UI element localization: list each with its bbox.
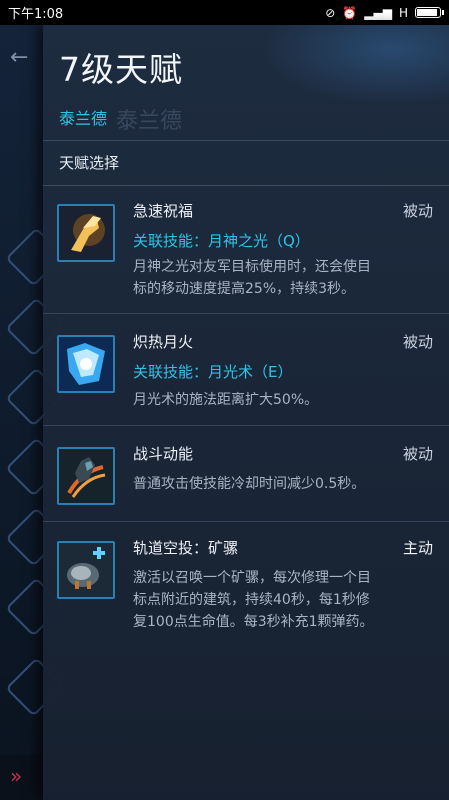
back-arrow-icon[interactable]: ← (10, 45, 28, 70)
talent-type: 主动 (402, 539, 433, 557)
section-heading: 天赋选择 (59, 154, 120, 172)
talent-name: 炽热月火 (133, 333, 194, 351)
alarm-icon: ⏰ (342, 5, 358, 20)
hero-name: 泰兰德 (59, 109, 108, 128)
talent-option[interactable]: 战斗动能 被动 普通攻击使技能冷却时间减少0.5秒。 (43, 443, 449, 528)
talent-description: 月神之光对友军目标使用时，还会使目 (133, 259, 371, 275)
signal-icon: ▂▄▆ (364, 5, 392, 20)
talent-type: 被动 (402, 445, 433, 463)
talent-description: 标的移动速度提高25%，持续3秒。 (133, 281, 356, 297)
network-type: H (398, 5, 408, 20)
divider (43, 425, 449, 426)
talent-option[interactable]: 炽热月火 被动 关联技能：月光术（E） 月光术的施法距离扩大50%。 (43, 331, 449, 431)
page-title: 7级天赋 (59, 50, 183, 89)
talent-type: 被动 (402, 202, 433, 220)
talent-name: 急速祝福 (133, 202, 194, 220)
talent-option[interactable]: 急速祝福 被动 关联技能：月神之光（Q） 月神之光对友军目标使用时，还会使目 标… (43, 200, 449, 310)
talent-name: 战斗动能 (133, 445, 194, 463)
double-chevron-icon[interactable]: » (10, 764, 22, 788)
talent-type: 被动 (402, 333, 433, 351)
status-bar: 下午1:08 ⊘ ⏰ ▂▄▆ H (0, 0, 449, 25)
talent-description: 复100点生命值。每3秒补充1颗弹药。 (133, 614, 374, 630)
talent-description: 激活以召唤一个矿骡，每次修理一个目 (133, 570, 371, 586)
blessing-hand-icon (57, 204, 115, 262)
related-skill: 关联技能：月光术（E） (133, 363, 293, 381)
talent-name: 轨道空投：矿骡 (133, 539, 239, 557)
status-time: 下午1:08 (8, 7, 64, 22)
decorative-glow (259, 25, 449, 105)
battery-icon (415, 7, 444, 18)
divider (43, 185, 449, 186)
related-skill: 关联技能：月神之光（Q） (133, 232, 310, 250)
divider (43, 140, 449, 141)
divider (43, 521, 449, 522)
talent-description: 普通攻击使技能冷却时间减少0.5秒。 (133, 476, 366, 492)
talent-option[interactable]: 轨道空投：矿骡 主动 激活以召唤一个矿骡，每次修理一个目 标点附近的建筑，持续4… (43, 537, 449, 647)
mute-icon: ⊘ (325, 5, 336, 20)
combat-momentum-icon (57, 447, 115, 505)
mule-drop-icon (57, 541, 115, 599)
hero-name-shadow: 泰兰德 (116, 109, 183, 134)
moonfire-icon (57, 335, 115, 393)
talent-description: 标点附近的建筑，持续40秒，每1秒修 (133, 592, 370, 608)
divider (43, 313, 449, 314)
talent-description: 月光术的施法距离扩大50%。 (133, 392, 319, 408)
talent-drawer: 7级天赋 泰兰德 泰兰德 天赋选择 急速祝福 被动 关联技能：月神之光（Q） 月… (43, 25, 449, 800)
